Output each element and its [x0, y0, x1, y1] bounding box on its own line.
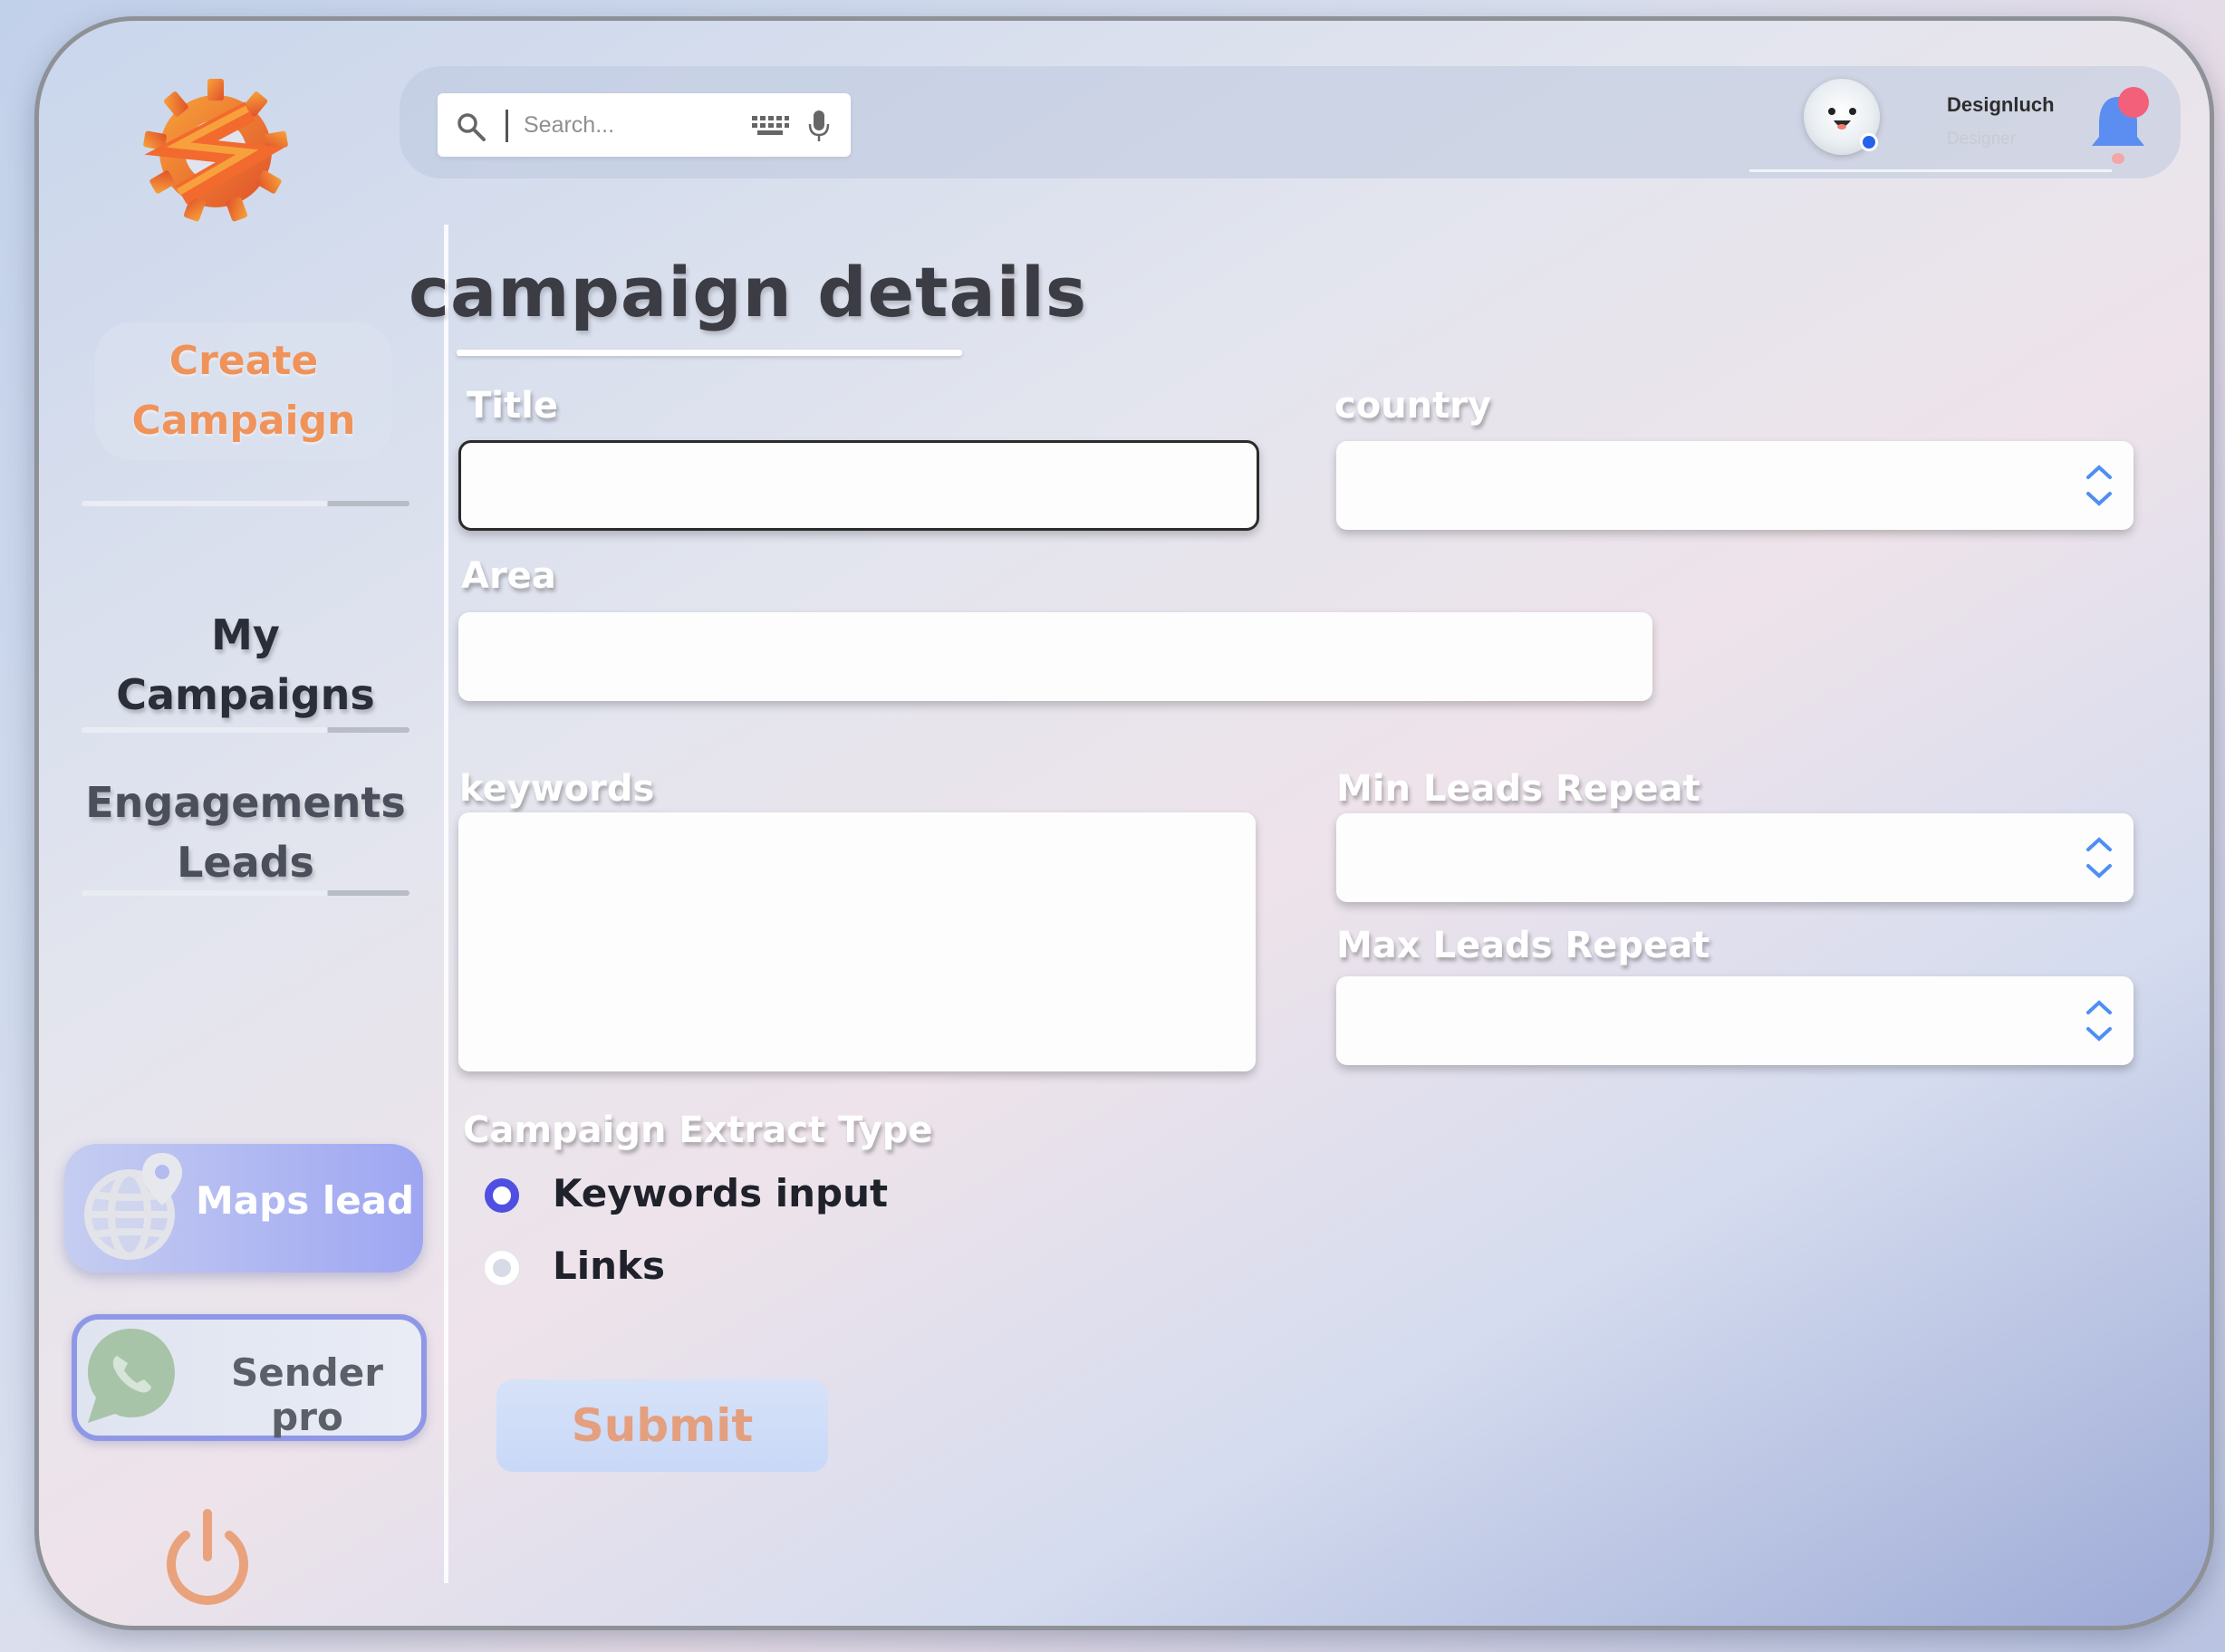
whatsapp-icon [88, 1329, 175, 1423]
country-field-label: country [1334, 385, 1492, 427]
bell-icon[interactable] [2086, 84, 2150, 166]
keywords-field-label: keywords [459, 768, 655, 810]
create-campaign-label-line1: Create [169, 338, 319, 384]
sidebar-item-my-campaigns[interactable]: My Campaigns [82, 605, 409, 725]
create-campaign-label-line2: Campaign [131, 398, 356, 444]
radio-label: Links [553, 1244, 665, 1288]
sender-pro-button[interactable]: Sender pro [72, 1314, 427, 1441]
area-field-label: Area [461, 555, 556, 597]
maps-lead-button[interactable]: Maps lead [64, 1144, 423, 1273]
sidebar-item-engagements-leads[interactable]: Engagements Leads [82, 773, 409, 892]
radio-label: Keywords input [553, 1171, 889, 1215]
page-title: campaign details [409, 252, 1088, 332]
country-select[interactable] [1336, 441, 2133, 530]
submit-button[interactable]: Submit [496, 1379, 828, 1472]
sidebar-separator [82, 890, 409, 896]
search-cursor [506, 110, 508, 142]
create-campaign-button[interactable]: Create Campaign [95, 322, 392, 460]
area-input[interactable] [458, 612, 1652, 701]
sidebar-separator [82, 501, 409, 506]
sidebar-divider [444, 225, 448, 1583]
user-name: Designluch [1947, 93, 2055, 116]
max-leads-repeat-input[interactable] [1336, 976, 2133, 1065]
radio-button[interactable] [485, 1251, 519, 1285]
app-window: Designluch Designer Create Campaign My C… [34, 16, 2214, 1630]
logo-gear-icon [143, 79, 288, 222]
top-bar: Designluch Designer [400, 66, 2181, 178]
user-role: Designer [1947, 130, 2017, 149]
maps-lead-label: Maps lead [196, 1178, 415, 1223]
user-divider [1749, 169, 2112, 172]
engagements-label-line2: Leads [177, 838, 314, 887]
max-leads-label: Max Leads Repeat [1336, 925, 1710, 966]
title-underline [457, 350, 962, 356]
radio-button-selected[interactable] [485, 1178, 519, 1213]
mic-icon[interactable] [807, 110, 831, 142]
title-field-label: Title [467, 385, 558, 427]
avatar[interactable] [1804, 79, 1880, 155]
sidebar-separator [82, 727, 409, 733]
search-input[interactable] [524, 106, 732, 144]
min-leads-label: Min Leads Repeat [1336, 768, 1700, 810]
title-input[interactable] [458, 440, 1259, 531]
engagements-label-line1: Engagements [85, 778, 406, 827]
spinner-icon[interactable] [2085, 994, 2114, 1047]
search-icon [458, 113, 486, 141]
keywords-textarea[interactable] [458, 812, 1256, 1071]
search-box[interactable] [438, 93, 851, 157]
online-status-dot [1860, 133, 1878, 151]
extract-type-label: Campaign Extract Type [463, 1109, 933, 1151]
power-icon[interactable] [159, 1506, 256, 1608]
globe-pin-icon [84, 1153, 182, 1260]
sender-pro-label: Sender pro [231, 1350, 383, 1439]
spinner-icon[interactable] [2085, 831, 2114, 884]
spinner-icon[interactable] [2085, 459, 2114, 512]
keyboard-icon[interactable] [750, 113, 790, 139]
min-leads-repeat-input[interactable] [1336, 813, 2133, 902]
